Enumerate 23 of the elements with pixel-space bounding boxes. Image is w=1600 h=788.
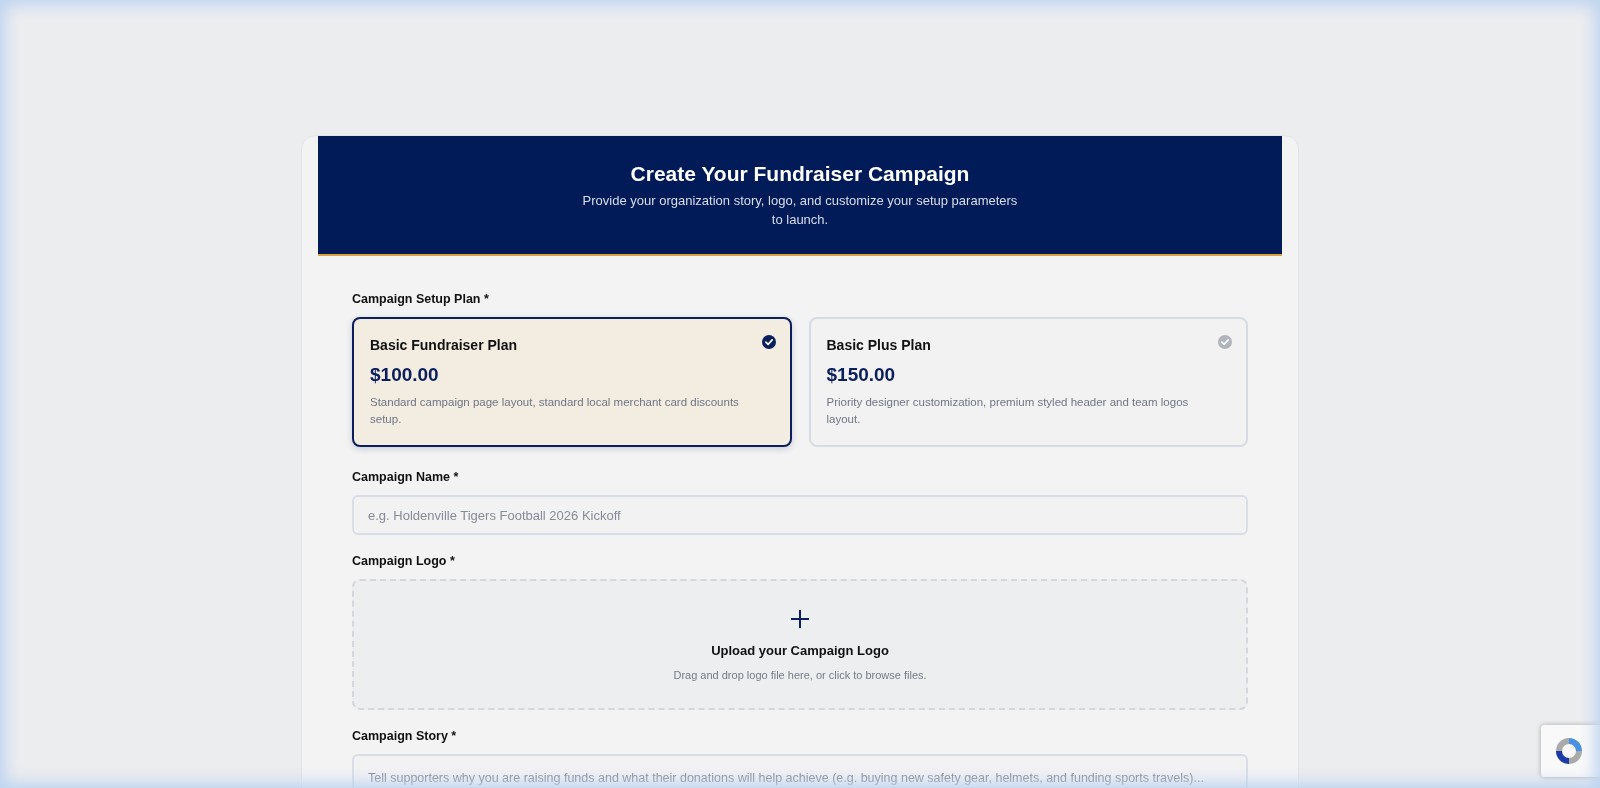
upload-title: Upload your Campaign Logo [711, 643, 889, 659]
upload-hint: Drag and drop logo file here, or click to browse files. [673, 668, 927, 682]
plus-icon [790, 609, 810, 629]
check-circle-icon [1218, 335, 1232, 349]
circular-arrows-icon [1553, 735, 1585, 767]
plan-price: $150.00 [826, 363, 897, 387]
plan-option-card[interactable]: Basic Plus Plan $150.00 Priority designer customization, premium styled header and team logos layout. [808, 317, 1248, 447]
page-subtitle: Provide your organization story, logo, and customize your setup parameters to launch. [581, 192, 1019, 229]
field-label: Campaign Setup Plan * [352, 291, 490, 307]
plan-description: Standard campaign page layout, standard local merchant card discounts setup. [370, 395, 740, 427]
plan-description: Priority designer customization, premium styled header and team logos layout. [826, 395, 1190, 427]
logo-upload-area[interactable]: Upload your Campaign Logo Drag and drop logo file here, or click to browse files. [352, 579, 1248, 710]
check-circle-icon [761, 335, 776, 349]
field-label: Campaign Story * [352, 728, 458, 744]
field-label: Campaign Name * [352, 469, 460, 485]
plan-price: $100.00 [370, 363, 440, 387]
plan-name: Basic Fundraiser Plan [370, 337, 519, 354]
campaign-name-input[interactable]: e.g. Holdenville Tigers Football 2026 Kickoff [352, 495, 1248, 535]
plan-name: Basic Plus Plan [826, 337, 932, 354]
page-title: Create Your Fundraiser Campaign [630, 162, 970, 186]
campaign-story-textarea[interactable]: Tell supporters why you are raising funds and what their donations will help achieve (e.g. buying new safety gear, helmets, and funding sports travels)... [352, 754, 1248, 788]
plan-option-card[interactable]: Basic Fundraiser Plan $100.00 Standard campaign page layout, standard local merchant card discounts setup. [352, 317, 792, 447]
field-label: Campaign Logo * [352, 553, 456, 569]
